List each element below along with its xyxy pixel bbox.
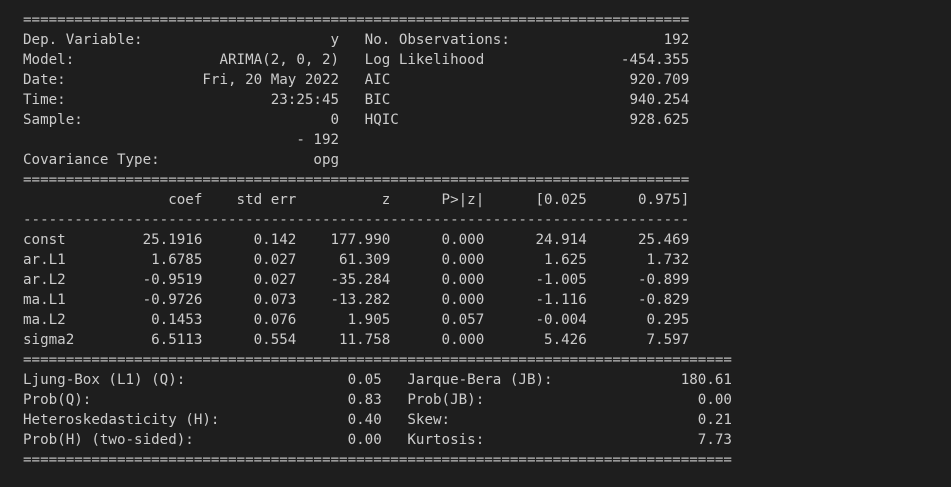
diag-line-prob-q: Prob(Q): 0.83 Prob(JB): 0.00 — [23, 392, 732, 408]
summary-line-dep-variable: Dep. Variable: y No. Observations: 192 — [23, 32, 690, 48]
dash-separator-line: ----------------------------------------… — [23, 212, 690, 228]
coef-table-header: coef std err z P>|z| [0.025 0.975] — [23, 192, 690, 208]
coef-row-ma-l2: ma.L2 0.1453 0.076 1.905 0.057 -0.004 0.… — [23, 312, 690, 328]
coef-row-sigma2: sigma2 6.5113 0.554 11.758 0.000 5.426 7… — [23, 332, 690, 348]
coef-row-ar-l1: ar.L1 1.6785 0.027 61.309 0.000 1.625 1.… — [23, 252, 690, 268]
separator-line: ========================================… — [23, 12, 690, 28]
separator-line: ========================================… — [23, 172, 690, 188]
summary-line-sample-end: - 192 — [23, 132, 690, 148]
summary-line-sample: Sample: 0 HQIC 928.625 — [23, 112, 690, 128]
separator-line: ========================================… — [23, 452, 732, 468]
diag-line-prob-h: Prob(H) (two-sided): 0.00 Kurtosis: 7.73 — [23, 432, 732, 448]
summary-line-model: Model: ARIMA(2, 0, 2) Log Likelihood -45… — [23, 52, 690, 68]
coef-row-ma-l1: ma.L1 -0.9726 0.073 -13.282 0.000 -1.116… — [23, 292, 690, 308]
coef-row-ar-l2: ar.L2 -0.9519 0.027 -35.284 0.000 -1.005… — [23, 272, 690, 288]
summary-line-date: Date: Fri, 20 May 2022 AIC 920.709 — [23, 72, 690, 88]
coef-row-const: const 25.1916 0.142 177.990 0.000 24.914… — [23, 232, 690, 248]
summary-line-covariance-type: Covariance Type: opg — [23, 152, 690, 168]
diag-line-ljung-box: Ljung-Box (L1) (Q): 0.05 Jarque-Bera (JB… — [23, 372, 732, 388]
diag-line-heteroskedasticity: Heteroskedasticity (H): 0.40 Skew: 0.21 — [23, 412, 732, 428]
arima-summary-output: ========================================… — [23, 10, 732, 470]
separator-line: ========================================… — [23, 352, 732, 368]
summary-line-time: Time: 23:25:45 BIC 940.254 — [23, 92, 690, 108]
